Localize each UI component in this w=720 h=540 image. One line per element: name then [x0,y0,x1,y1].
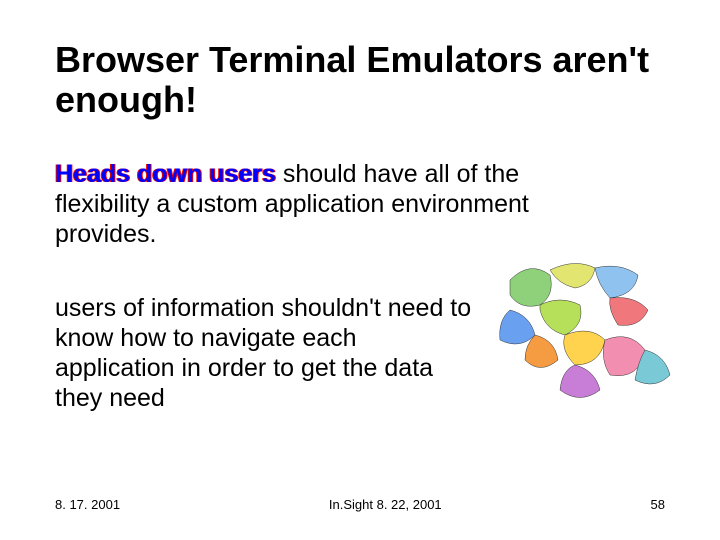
emphasis-text: Heads down users [55,160,276,188]
europe-map-icon [480,250,680,420]
slide-footer: 8. 17. 2001 In.Sight 8. 22, 2001 58 [55,497,665,512]
slide-title: Browser Terminal Emulators aren't enough… [55,40,665,119]
footer-date-left: 8. 17. 2001 [55,497,120,512]
paragraph-2: users of information shouldn't need to k… [55,293,475,413]
slide: Browser Terminal Emulators aren't enough… [0,0,720,540]
footer-page-number: 58 [651,497,665,512]
footer-center: In.Sight 8. 22, 2001 [329,497,442,512]
paragraph-1: Heads down users should have all of the … [55,159,615,249]
